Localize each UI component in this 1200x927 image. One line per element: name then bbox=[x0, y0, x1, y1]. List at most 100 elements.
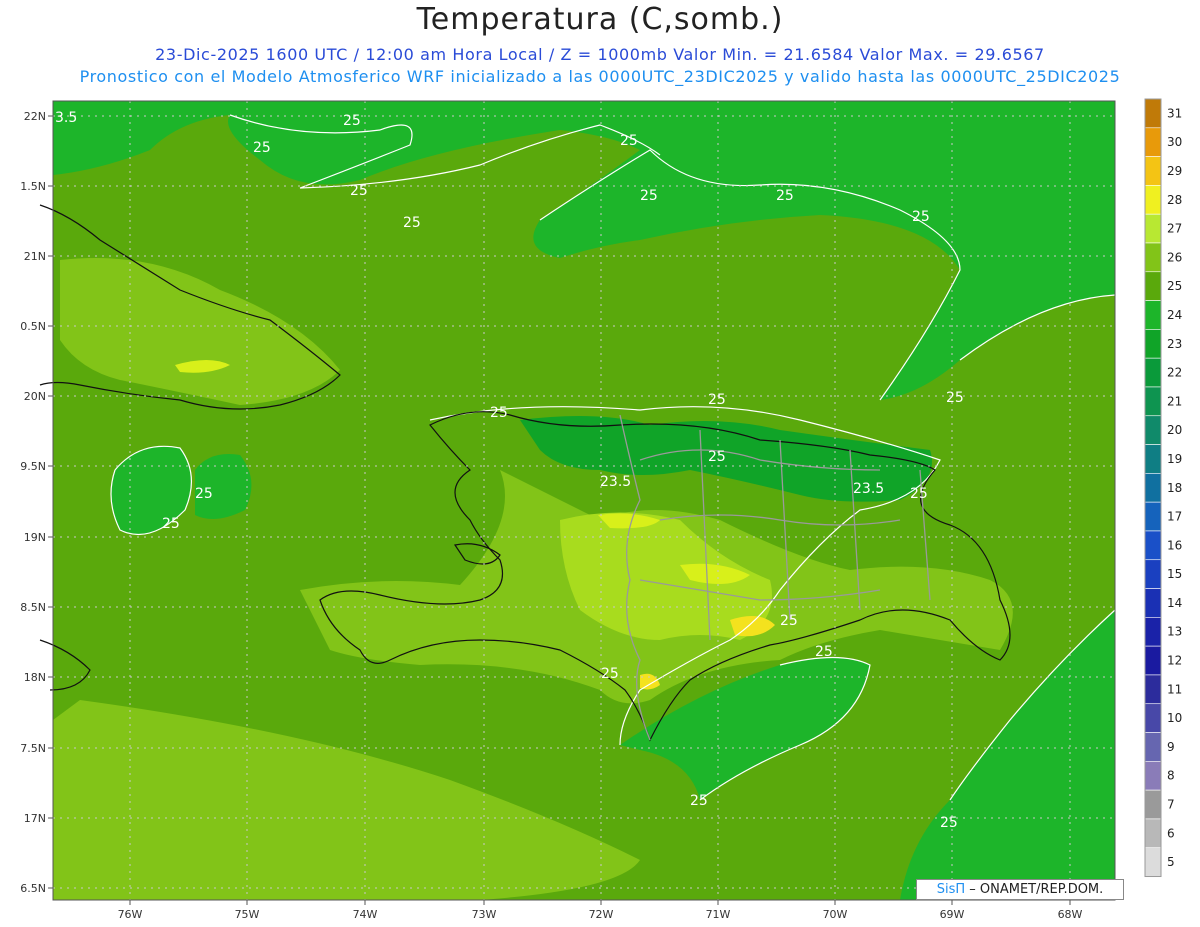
latitude-labels: 22N 1.5N 21N 0.5N 20N 9.5N 19N 8.5N 18N 7.5N 17N 6.… bbox=[20, 110, 53, 895]
contour-label: 25 bbox=[350, 183, 368, 199]
lat-tick-label: 18N bbox=[24, 671, 46, 684]
colorbar-label: 8 bbox=[1167, 769, 1175, 783]
contour-label: 25 bbox=[912, 209, 930, 225]
colorbar-label: 16 bbox=[1167, 538, 1182, 552]
contour-label: 25 bbox=[343, 113, 361, 129]
contour-label: 25 bbox=[776, 188, 794, 204]
colorbar-label: 15 bbox=[1167, 567, 1182, 581]
credit-text: – ONAMET/REP.DOM. bbox=[969, 882, 1104, 897]
colorbar-swatch-19 bbox=[1144, 444, 1162, 474]
colorbar-swatch-23 bbox=[1144, 329, 1162, 359]
lon-tick-label: 74W bbox=[353, 908, 378, 921]
colorbar-swatch-6 bbox=[1144, 818, 1162, 849]
lat-tick-label: 20N bbox=[24, 390, 46, 403]
lat-tick-label: 21N bbox=[24, 250, 46, 263]
colorbar-swatch-24 bbox=[1144, 300, 1162, 330]
colorbar-label: 9 bbox=[1167, 740, 1175, 754]
colorbar-label: 23 bbox=[1167, 337, 1182, 351]
colorbar-swatch-8 bbox=[1144, 761, 1162, 791]
lat-tick-label: 9.5N bbox=[20, 460, 46, 473]
colorbar-label: 11 bbox=[1167, 682, 1182, 696]
lon-tick-label: 68W bbox=[1058, 908, 1083, 921]
lat-tick-label: 8.5N bbox=[20, 601, 46, 614]
colorbar-label: 31 bbox=[1167, 106, 1182, 120]
colorbar-label: 17 bbox=[1167, 510, 1182, 524]
colorbar-swatch-27 bbox=[1144, 213, 1162, 244]
colorbar-label: 18 bbox=[1167, 481, 1182, 495]
sispi-logo-text: SisΠ bbox=[936, 882, 966, 897]
contour-label: 23.5 bbox=[853, 481, 884, 497]
colorbar-label: 6 bbox=[1167, 826, 1175, 840]
lat-tick-label: 22N bbox=[24, 110, 46, 123]
colorbar-label: 24 bbox=[1167, 308, 1182, 322]
lon-tick-label: 71W bbox=[706, 908, 731, 921]
colorbar-swatch-28 bbox=[1144, 185, 1162, 215]
contour-label: 25 bbox=[601, 666, 619, 682]
colorbar-swatch-25 bbox=[1144, 271, 1162, 301]
temperature-map: 76W 75W 74W 73W 72W 71W 70W 69W 68W 22N 1.5N 21N 0.… bbox=[20, 98, 1182, 921]
colorbar-label: 25 bbox=[1167, 279, 1182, 293]
lon-tick-label: 70W bbox=[823, 908, 848, 921]
colorbar-label: 13 bbox=[1167, 625, 1182, 639]
longitude-labels: 76W 75W 74W 73W 72W 71W 70W 69W 68W bbox=[118, 900, 1083, 921]
contour-label: 23.5 bbox=[600, 474, 631, 490]
contour-label: 25 bbox=[195, 486, 213, 502]
colorbar-swatch-11 bbox=[1144, 674, 1162, 705]
colorbar-swatch-5 bbox=[1144, 847, 1162, 877]
colorbar-label: 10 bbox=[1167, 711, 1182, 725]
colorbar-swatch-14 bbox=[1144, 588, 1162, 618]
contour-label: 25 bbox=[815, 644, 833, 660]
colorbar-label: 12 bbox=[1167, 654, 1182, 668]
contour-label: 25 bbox=[780, 613, 798, 629]
lat-tick-label: 1.5N bbox=[20, 180, 46, 193]
lat-tick-label: 19N bbox=[24, 531, 46, 544]
colorbar-swatch-15 bbox=[1144, 559, 1162, 589]
colorbar-swatch-22 bbox=[1144, 357, 1162, 388]
colorbar-label: 27 bbox=[1167, 222, 1182, 236]
colorbar-swatch-9 bbox=[1144, 732, 1162, 762]
colorbar-label: 20 bbox=[1167, 423, 1182, 437]
colorbar-label: 30 bbox=[1167, 135, 1182, 149]
lat-tick-label: 6.5N bbox=[20, 882, 46, 895]
lon-tick-label: 75W bbox=[235, 908, 260, 921]
lon-tick-label: 73W bbox=[472, 908, 497, 921]
colorbar-label: 21 bbox=[1167, 394, 1182, 408]
colorbar-swatch-7 bbox=[1144, 789, 1162, 820]
colorbar-swatch-13 bbox=[1144, 617, 1162, 647]
colorbar-swatch-18 bbox=[1144, 473, 1162, 503]
colorbar-swatch-12 bbox=[1144, 645, 1162, 676]
colorbar-swatch-30 bbox=[1144, 127, 1162, 157]
colorbar: 31 30 29 28 27 26 25 24 23 22 21 20 19 18 17 16 15 14 13 12… bbox=[1144, 98, 1182, 878]
contour-label: 25 bbox=[620, 133, 638, 149]
contour-label: 25 bbox=[162, 516, 180, 532]
contour-label: 25 bbox=[910, 486, 928, 502]
contour-label: 3.5 bbox=[55, 110, 77, 126]
lat-tick-label: 0.5N bbox=[20, 320, 46, 333]
contour-label: 25 bbox=[403, 215, 421, 231]
credit-box: SisΠ – ONAMET/REP.DOM. bbox=[916, 879, 1124, 900]
contour-label: 25 bbox=[640, 188, 658, 204]
contour-label: 25 bbox=[708, 392, 726, 408]
colorbar-swatch-29 bbox=[1144, 156, 1162, 186]
colorbar-label: 26 bbox=[1167, 250, 1182, 264]
colorbar-label: 19 bbox=[1167, 452, 1182, 466]
colorbar-swatch-17 bbox=[1144, 501, 1162, 532]
colorbar-label: 14 bbox=[1167, 596, 1182, 610]
lon-tick-label: 69W bbox=[940, 908, 965, 921]
colorbar-swatch-20 bbox=[1144, 415, 1162, 445]
colorbar-swatch-21 bbox=[1144, 386, 1162, 417]
contour-label: 25 bbox=[946, 390, 964, 406]
contour-label: 25 bbox=[490, 405, 508, 421]
colorbar-swatch-26 bbox=[1144, 242, 1162, 273]
contour-label: 25 bbox=[708, 449, 726, 465]
lon-tick-label: 72W bbox=[589, 908, 614, 921]
colorbar-label: 7 bbox=[1167, 798, 1175, 812]
colorbar-swatch-10 bbox=[1144, 703, 1162, 733]
contour-label: 25 bbox=[940, 815, 958, 831]
contour-label: 25 bbox=[253, 140, 271, 156]
colorbar-label: 22 bbox=[1167, 366, 1182, 380]
colorbar-swatch-16 bbox=[1144, 530, 1162, 561]
contour-label: 25 bbox=[690, 793, 708, 809]
colorbar-swatch-31 bbox=[1144, 98, 1162, 129]
lon-tick-label: 76W bbox=[118, 908, 143, 921]
